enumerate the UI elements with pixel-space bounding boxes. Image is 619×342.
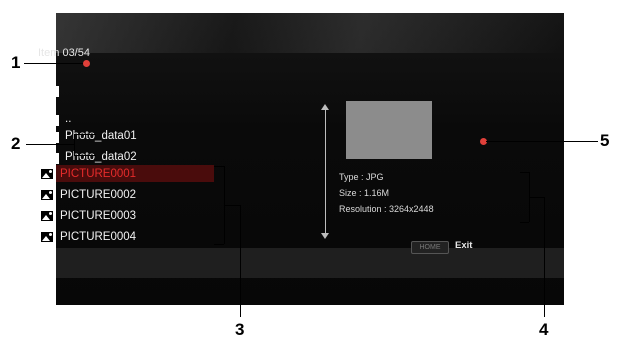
folder-item-photo-data01[interactable]: Photo_data01 — [40, 127, 137, 144]
folder-icon — [40, 82, 59, 97]
picture-item-0002[interactable]: PICTURE0002 — [40, 186, 136, 203]
header-sheen — [56, 13, 564, 53]
footer-band — [56, 248, 564, 278]
callout-3-bracket — [214, 244, 224, 245]
folder-icon — [40, 128, 59, 143]
preview-size: Size : 1.16M — [339, 188, 390, 198]
callout-4-bracket — [520, 222, 529, 223]
picture-icon — [40, 230, 54, 243]
picture-icon — [40, 188, 54, 201]
folder-item-top[interactable] — [40, 81, 65, 98]
callout-3-leader — [240, 205, 241, 317]
scrollbar[interactable] — [325, 108, 326, 233]
callout-2-leader — [26, 144, 74, 145]
callout-2: 2 — [11, 134, 21, 153]
preview-thumbnail — [346, 101, 432, 159]
parent-folder-label: .. — [65, 112, 72, 125]
callout-2-leader — [74, 155, 96, 156]
picture-item-0004[interactable]: PICTURE0004 — [40, 228, 136, 245]
picture-item-label: PICTURE0003 — [60, 209, 137, 222]
callout-4-bracket — [520, 172, 529, 173]
callout-4: 4 — [539, 320, 549, 339]
scroll-down-arrow-icon[interactable] — [321, 233, 329, 239]
callout-3: 3 — [235, 320, 245, 339]
callout-5-leader — [486, 141, 598, 142]
callout-4-leader — [529, 197, 544, 198]
picture-icon — [40, 209, 54, 222]
preview-resolution: Resolution : 3264x2448 — [339, 204, 434, 214]
callout-1-dot — [83, 60, 90, 67]
parent-folder-item[interactable]: .. — [40, 110, 71, 127]
callout-3-leader — [224, 205, 240, 206]
callout-5: 5 — [600, 131, 610, 150]
preview-type: Type : JPG — [339, 172, 384, 182]
callout-1: 1 — [11, 53, 21, 72]
folder-item-photo-data02[interactable]: Photo_data02 — [40, 148, 137, 165]
callout-1-leader — [24, 63, 84, 64]
parent-folder-icon — [40, 111, 59, 126]
picture-item-0001[interactable]: PICTURE0001 — [40, 165, 136, 182]
folder-icon — [40, 149, 59, 164]
exit-label[interactable]: Exit — [455, 240, 472, 251]
folder-item-label: Photo_data01 — [65, 129, 137, 142]
home-button[interactable]: HOME — [411, 241, 449, 254]
folder-item-label: Photo_data02 — [65, 150, 137, 163]
picture-item-label: PICTURE0001 — [60, 167, 137, 180]
picture-item-label: PICTURE0004 — [60, 230, 137, 243]
callout-2-leader — [74, 134, 75, 155]
item-count: Item 03/54 — [38, 47, 90, 59]
picture-item-label: PICTURE0002 — [60, 188, 137, 201]
callout-3-bracket — [214, 166, 224, 167]
callout-4-leader — [544, 197, 545, 317]
picture-item-0003[interactable]: PICTURE0003 — [40, 207, 136, 224]
picture-icon — [40, 167, 54, 180]
callout-2-leader — [74, 134, 96, 135]
